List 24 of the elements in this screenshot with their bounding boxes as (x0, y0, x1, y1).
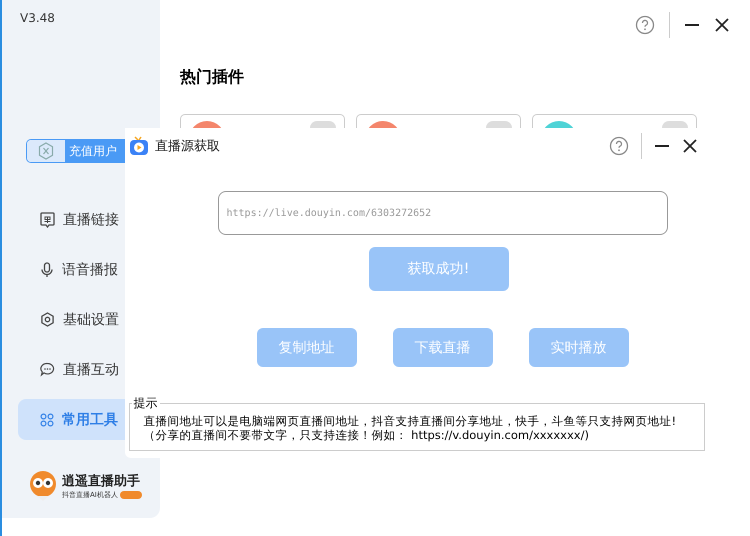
minimize-button[interactable] (654, 145, 670, 147)
dialog-title: 直播源获取 (155, 138, 221, 155)
microphone-icon (40, 262, 54, 278)
help-button[interactable] (609, 136, 629, 156)
tv-play-icon (129, 136, 149, 156)
help-button[interactable] (635, 15, 655, 35)
owl-logo-icon (28, 470, 58, 502)
sidebar-item[interactable]: 基础设置 (18, 299, 148, 340)
close-button[interactable] (682, 138, 698, 154)
hexagon-icon (38, 142, 54, 160)
logo-name: 逍遥直播助手 (62, 472, 141, 490)
sidebar-item[interactable]: 直播链接 (18, 199, 148, 240)
url-field[interactable]: https://live.douyin.com/6303272652 (218, 191, 668, 235)
tag-icon (120, 491, 142, 499)
section-title: 热门插件 (180, 67, 245, 88)
speech-bubble-icon (40, 212, 55, 228)
version-label: V3.48 (20, 11, 56, 25)
settings-icon (40, 312, 55, 327)
sidebar-item[interactable]: 直播互动 (18, 349, 148, 390)
minimize-button[interactable] (684, 24, 700, 26)
close-button[interactable] (714, 17, 730, 33)
sidebar-item[interactable]: 语音播报 (18, 249, 148, 290)
grid-icon (40, 412, 54, 426)
chat-icon (40, 362, 55, 377)
